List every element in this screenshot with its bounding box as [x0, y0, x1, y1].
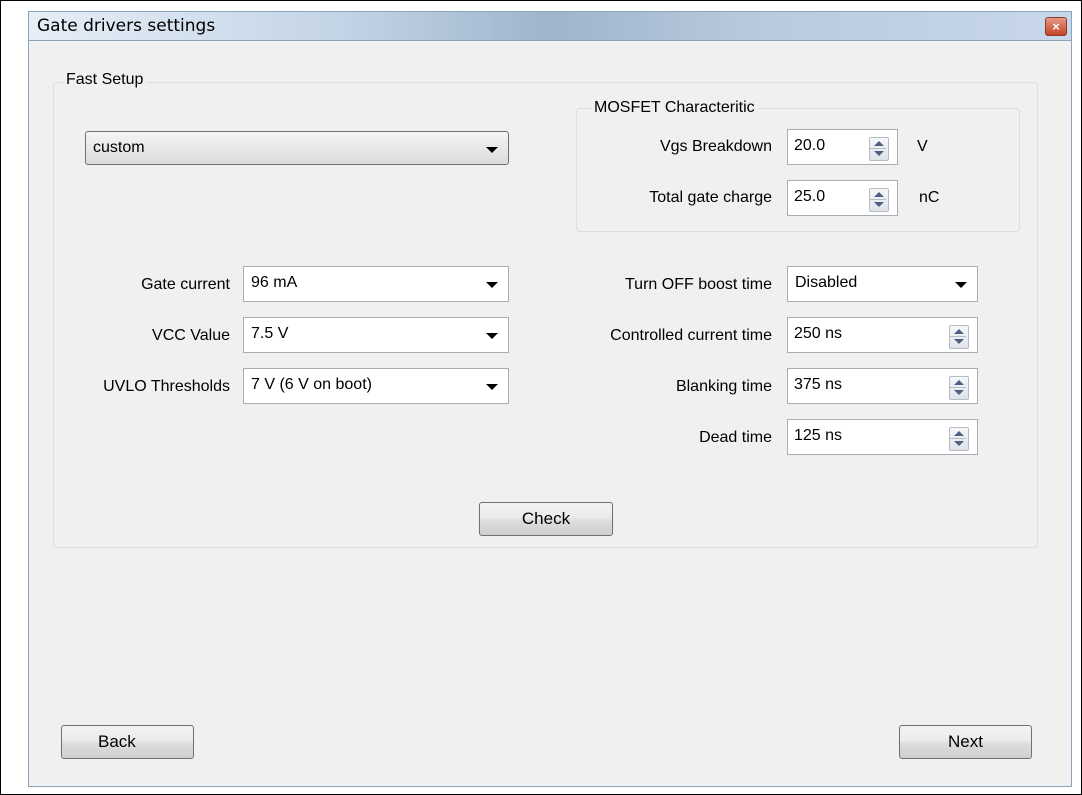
vcc-value-label: VCC Value: [152, 327, 230, 344]
fast-setup-title: Fast Setup: [63, 71, 147, 89]
preset-value: custom: [93, 139, 145, 156]
arrow-down-icon[interactable]: [954, 441, 964, 446]
preset-dropdown[interactable]: custom: [85, 131, 509, 165]
chevron-down-icon: [486, 282, 498, 288]
spin-buttons[interactable]: [869, 137, 889, 161]
dead-time-label: Dead time: [699, 429, 772, 446]
close-button[interactable]: ×: [1045, 17, 1067, 36]
total-gate-charge-value: 25.0: [794, 188, 826, 205]
gate-current-label: Gate current: [141, 276, 230, 293]
controlled-current-time-value: 250 ns: [794, 325, 843, 342]
blanking-time-label: Blanking time: [675, 378, 772, 395]
total-gate-charge-spinner[interactable]: 25.0: [787, 180, 898, 216]
blanking-time-spinner[interactable]: 375 ns: [787, 368, 978, 404]
window-title: Gate drivers settings: [37, 16, 216, 36]
chevron-down-icon: [486, 147, 498, 153]
arrow-up-icon[interactable]: [874, 192, 884, 197]
back-button[interactable]: Back: [61, 725, 194, 759]
uvlo-thresholds-dropdown[interactable]: 7 V (6 V on boot): [243, 368, 509, 404]
total-gate-charge-label: Total gate charge: [649, 189, 772, 206]
spin-buttons[interactable]: [949, 376, 969, 400]
title-bar[interactable]: Gate drivers settings ×: [28, 11, 1072, 41]
turn-off-boost-time-value: Disabled: [795, 274, 858, 291]
dead-time-spinner[interactable]: 125 ns: [787, 419, 978, 455]
turn-off-boost-time-label: Turn OFF boost time: [625, 276, 772, 293]
vgs-breakdown-unit: V: [917, 138, 928, 155]
close-icon: ×: [1052, 19, 1060, 34]
spin-buttons[interactable]: [869, 188, 889, 212]
chevron-down-icon: [486, 384, 498, 390]
vcc-value-value: 7.5 V: [251, 325, 289, 342]
arrow-down-icon[interactable]: [954, 339, 964, 344]
total-gate-charge-unit: nC: [919, 189, 940, 206]
controlled-current-time-spinner[interactable]: 250 ns: [787, 317, 978, 353]
turn-off-boost-time-dropdown[interactable]: Disabled: [787, 266, 978, 302]
vgs-breakdown-value: 20.0: [794, 137, 826, 154]
uvlo-thresholds-label: UVLO Thresholds: [103, 378, 230, 395]
vcc-value-dropdown[interactable]: 7.5 V: [243, 317, 509, 353]
mosfet-title: MOSFET Characteritic: [591, 99, 758, 117]
spin-buttons[interactable]: [949, 325, 969, 349]
vgs-breakdown-spinner[interactable]: 20.0: [787, 129, 898, 165]
spin-buttons[interactable]: [949, 427, 969, 451]
arrow-up-icon[interactable]: [874, 141, 884, 146]
check-button[interactable]: Check: [479, 502, 613, 536]
chevron-down-icon: [955, 282, 967, 288]
arrow-down-icon[interactable]: [874, 151, 884, 156]
gate-current-dropdown[interactable]: 96 mA: [243, 266, 509, 302]
arrow-up-icon[interactable]: [954, 380, 964, 385]
dead-time-value: 125 ns: [794, 427, 843, 444]
next-button[interactable]: Next: [899, 725, 1032, 759]
arrow-up-icon[interactable]: [954, 431, 964, 436]
arrow-up-icon[interactable]: [954, 329, 964, 334]
gate-current-value: 96 mA: [251, 274, 298, 291]
dialog-body: Fast Setup custom MOSFET Characteritic V…: [28, 41, 1072, 787]
arrow-down-icon[interactable]: [874, 202, 884, 207]
controlled-current-time-label: Controlled current time: [610, 327, 772, 344]
blanking-time-value: 375 ns: [794, 376, 843, 393]
chevron-down-icon: [486, 333, 498, 339]
uvlo-thresholds-value: 7 V (6 V on boot): [251, 376, 372, 393]
vgs-breakdown-label: Vgs Breakdown: [659, 138, 772, 155]
arrow-down-icon[interactable]: [954, 390, 964, 395]
